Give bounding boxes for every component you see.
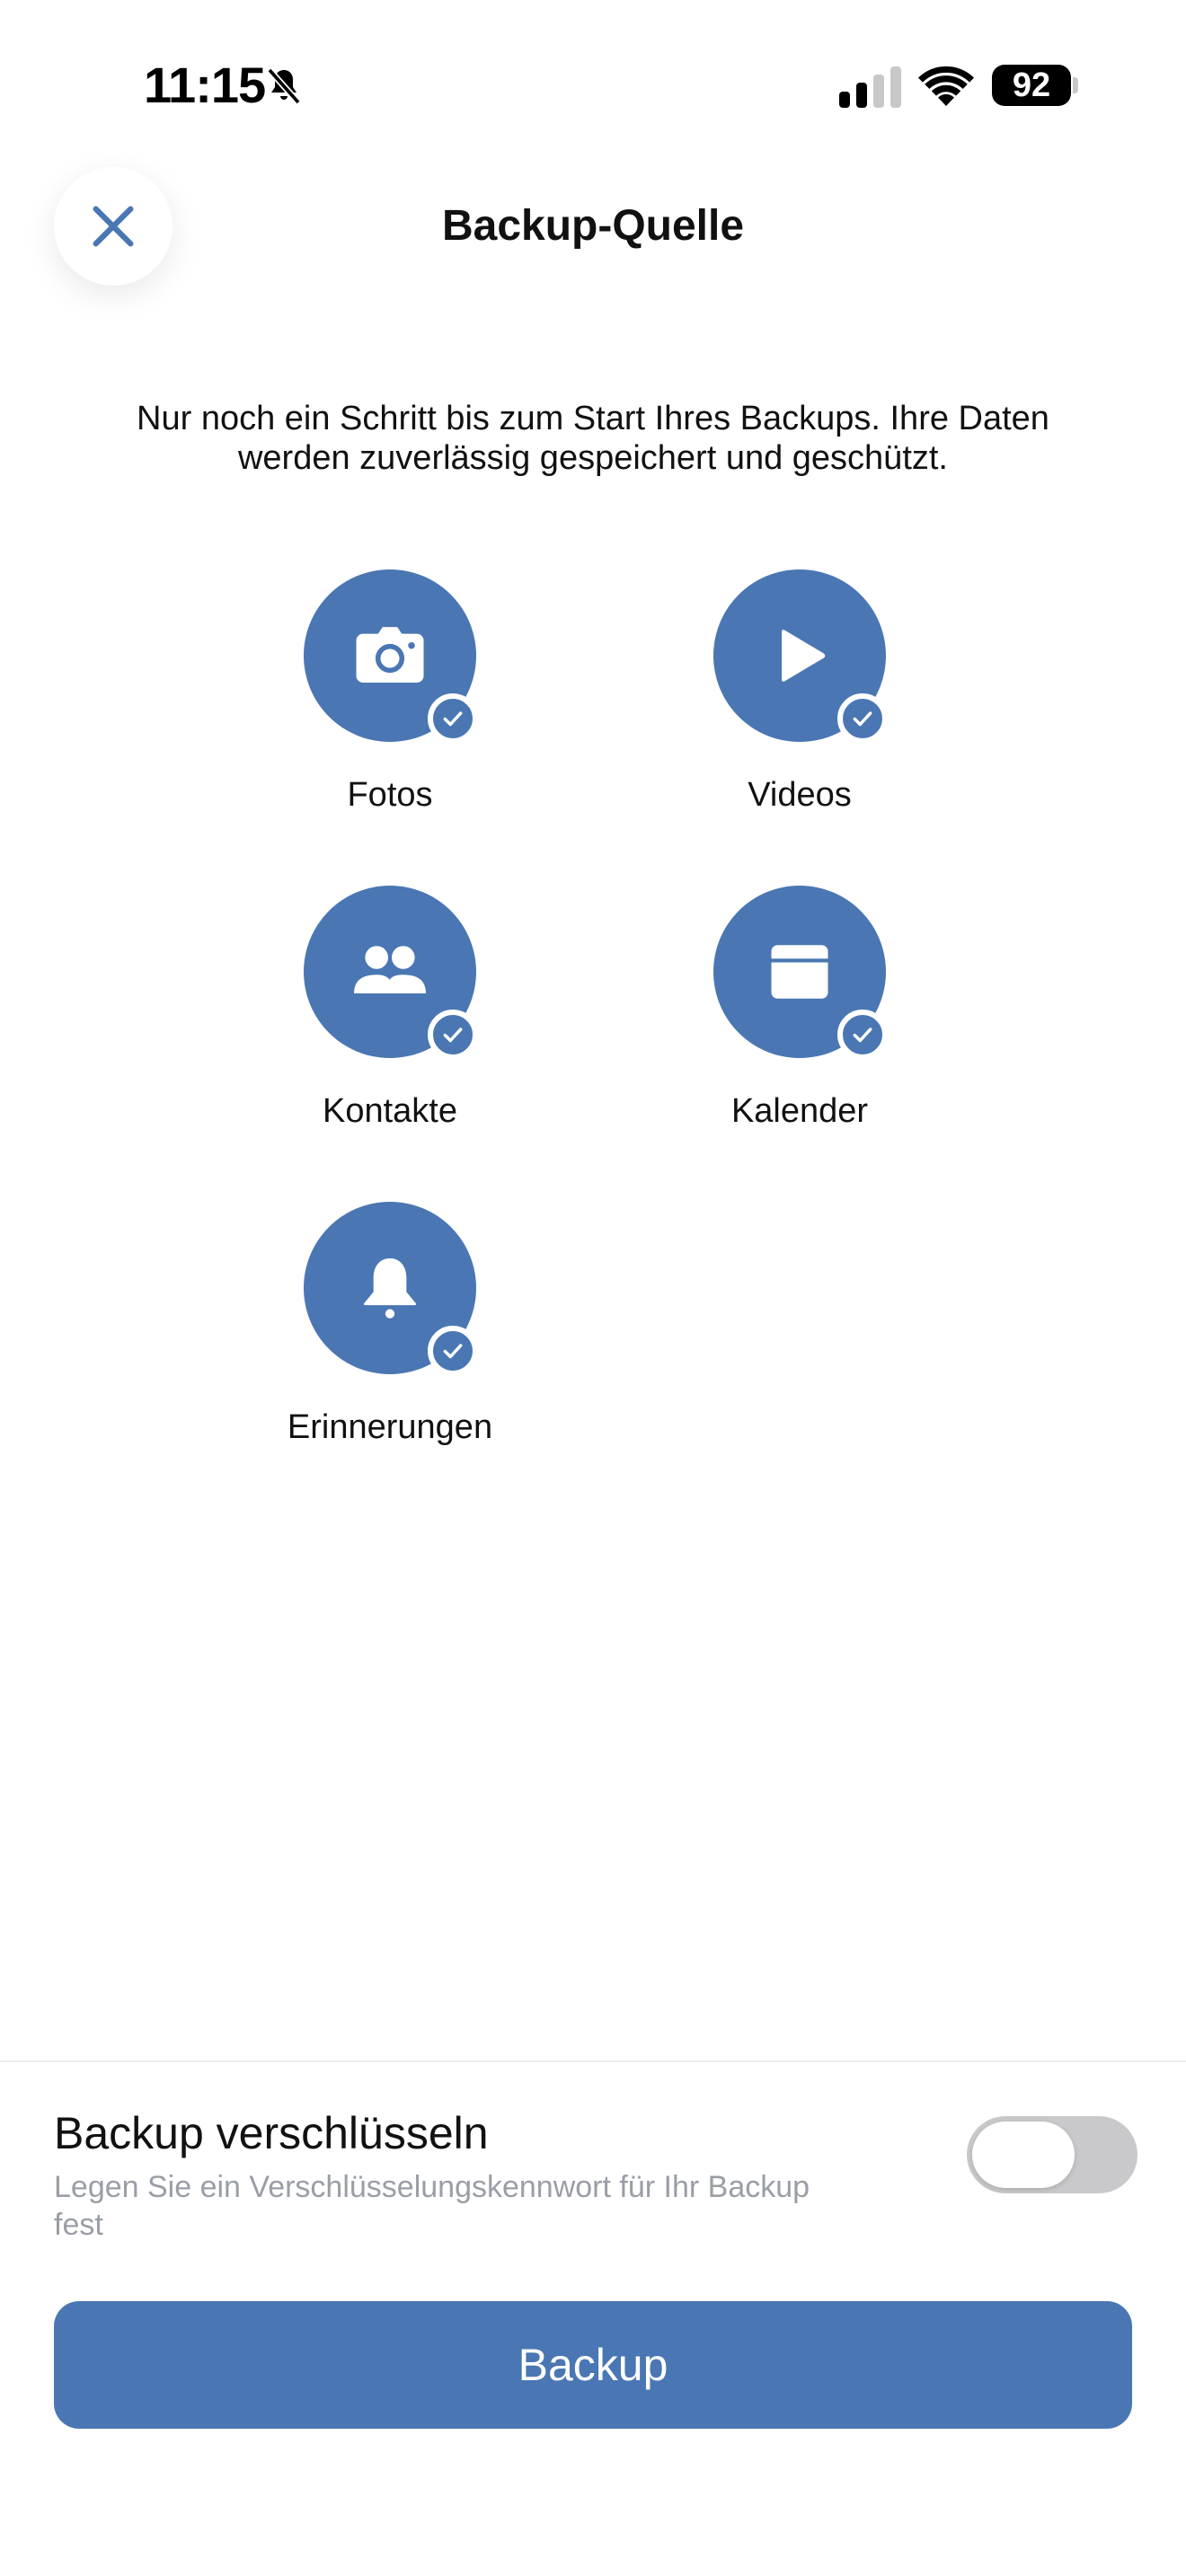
source-videos-circle[interactable] [713, 569, 888, 744]
wifi-icon [918, 66, 974, 106]
check-badge [837, 693, 888, 744]
contacts-icon [354, 946, 426, 993]
source-fotos-circle[interactable] [304, 569, 478, 744]
source-label: Kontakte [323, 1092, 457, 1130]
check-badge [428, 693, 478, 744]
calendar-icon [771, 945, 828, 999]
battery-nub [1073, 77, 1078, 93]
source-videos[interactable]: Videos [620, 569, 979, 815]
source-label: Fotos [347, 776, 433, 814]
encrypt-title: Backup verschlüsseln [54, 2108, 489, 2158]
encrypt-description: Legen Sie ein Verschlüsselungskennwort f… [54, 2170, 810, 2242]
check-icon [853, 711, 872, 727]
source-erinnerungen-circle[interactable] [304, 1202, 478, 1376]
encrypt-toggle[interactable] [967, 2116, 1137, 2193]
camera-icon [356, 627, 424, 683]
divider [0, 2060, 1186, 2062]
toggle-knob [972, 2122, 1075, 2188]
check-badge [428, 1010, 478, 1060]
backup-source-screen: 11:15 92 Backup-Quelle Nur noch ein Schr… [0, 0, 1186, 2576]
check-icon [443, 1028, 463, 1043]
status-time: 11:15 [144, 57, 266, 113]
source-fotos[interactable]: Fotos [210, 569, 570, 815]
source-kalender-circle[interactable] [713, 886, 888, 1060]
source-erinnerungen[interactable]: Erinnerungen [210, 1202, 570, 1447]
page-title: Backup-Quelle [441, 202, 745, 250]
check-icon [443, 1344, 463, 1359]
source-label: Erinnerungen [287, 1408, 493, 1446]
check-icon [443, 711, 463, 727]
backup-button[interactable]: Backup [54, 2301, 1132, 2429]
battery-icon: 92 [992, 65, 1071, 106]
check-badge [837, 1010, 888, 1060]
source-label: Kalender [730, 1092, 869, 1130]
source-kontakte-circle[interactable] [304, 886, 478, 1060]
cellular-signal-icon [839, 66, 901, 108]
bell-icon [363, 1258, 417, 1319]
play-icon [782, 630, 826, 682]
bell-slash-icon [267, 67, 301, 105]
source-label: Videos [748, 776, 852, 814]
source-kontakte[interactable]: Kontakte [210, 886, 570, 1131]
check-badge [428, 1326, 478, 1376]
check-icon [853, 1028, 872, 1043]
description-text: Nur noch ein Schritt bis zum Start Ihres… [137, 400, 1049, 477]
source-kalender[interactable]: Kalender [620, 886, 979, 1131]
